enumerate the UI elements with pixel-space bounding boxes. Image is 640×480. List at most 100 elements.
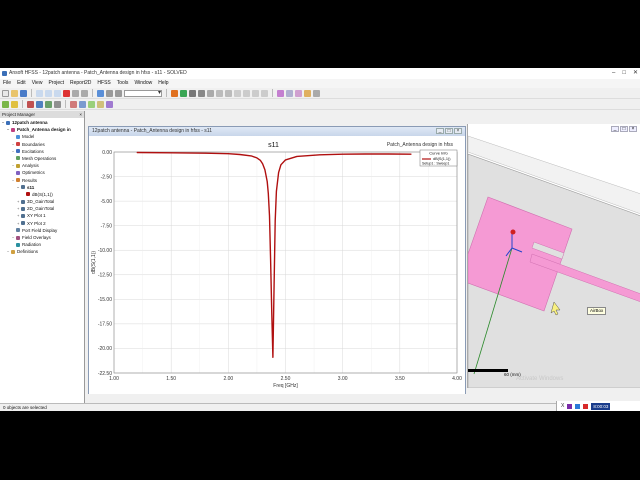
plot-maximize-button[interactable]: □ — [445, 128, 453, 134]
menu-edit[interactable]: Edit — [17, 79, 26, 88]
menu-report2d[interactable]: Report2D — [70, 79, 91, 88]
menu-file[interactable]: File — [3, 79, 11, 88]
menu-project[interactable]: Project — [48, 79, 64, 88]
collapse-icon[interactable]: − — [12, 141, 15, 148]
expand-icon[interactable]: + — [17, 212, 20, 219]
collapse-icon[interactable]: − — [12, 148, 15, 155]
collapse-icon[interactable]: − — [12, 162, 15, 169]
tree-item[interactable]: − s11 — [0, 184, 84, 191]
draw-polyline-icon[interactable] — [225, 89, 232, 97]
model-units-combo[interactable] — [124, 89, 162, 97]
redo-icon[interactable] — [81, 89, 88, 97]
tree-item[interactable]: − Excitations — [0, 148, 84, 155]
move-icon[interactable] — [106, 89, 113, 97]
tray-network-icon[interactable] — [575, 403, 581, 409]
tree-item[interactable]: + XY Plot 1 — [0, 212, 84, 219]
new-file-icon[interactable] — [2, 89, 9, 97]
plot-window-titlebar[interactable]: 12patch antenna - Patch_Antenna design i… — [89, 127, 465, 136]
menu-tools[interactable]: Tools — [117, 79, 129, 88]
draw-ellipse-icon[interactable] — [243, 89, 250, 97]
report-icon[interactable] — [304, 89, 311, 97]
tree-item[interactable]: Mesh Operations — [0, 155, 84, 162]
view-icon[interactable] — [54, 100, 61, 108]
tray-app-icon[interactable] — [567, 403, 573, 409]
collapse-icon[interactable]: − — [12, 177, 15, 184]
tree-item[interactable]: +2D_GainTotal — [0, 205, 84, 212]
collapse-icon[interactable]: − — [17, 184, 20, 191]
close-icon[interactable]: ✕ — [633, 68, 638, 79]
menu-view[interactable]: View — [32, 79, 43, 88]
menu-help[interactable]: Help — [158, 79, 168, 88]
draw-circle-icon[interactable] — [234, 89, 241, 97]
rotate-icon[interactable] — [115, 89, 122, 97]
y-tick-label: -17.50 — [98, 322, 112, 328]
boundary-icon[interactable] — [27, 100, 34, 108]
analyze-icon[interactable] — [277, 89, 284, 97]
save-icon[interactable] — [20, 89, 27, 97]
paste-icon[interactable] — [54, 89, 61, 97]
tree-item[interactable]: − Field Overlays — [0, 234, 84, 241]
tree-item[interactable]: − Boundaries — [0, 141, 84, 148]
mesh-icon[interactable] — [45, 100, 52, 108]
draw-equation-icon[interactable] — [216, 89, 223, 97]
radiation-setup-icon[interactable] — [97, 100, 104, 108]
tree-item[interactable]: − Patch_Antenna design in — [0, 126, 84, 133]
s11-chart[interactable]: 1.00 1.50 2.00 2.50 3.00 3.50 4.00 0.00 -2.50 -5.… — [89, 136, 465, 394]
view-minimize-button[interactable]: _ — [611, 126, 619, 132]
expand-icon[interactable]: + — [17, 220, 20, 227]
tree-item[interactable]: Radiation — [0, 241, 84, 248]
solve-icon[interactable] — [11, 100, 18, 108]
delete-icon[interactable] — [63, 89, 70, 97]
tree-item[interactable]: Port Field Display — [0, 227, 84, 234]
draw-helix-icon[interactable] — [252, 89, 259, 97]
excitation-icon[interactable] — [36, 100, 43, 108]
minimize-icon[interactable]: – — [612, 68, 615, 79]
draw-box-icon[interactable] — [180, 89, 187, 97]
expand-icon[interactable]: + — [17, 198, 20, 205]
animate-icon[interactable] — [88, 100, 95, 108]
tree-item[interactable]: − Definitions — [0, 248, 84, 255]
tree-item[interactable]: + XY Plot 2 — [0, 220, 84, 227]
view-close-button[interactable]: × — [629, 126, 637, 132]
collapse-icon[interactable]: − — [2, 119, 5, 126]
results-icon[interactable] — [295, 89, 302, 97]
tree-item[interactable]: dB(S(1,1)) — [0, 191, 84, 198]
copy-icon[interactable] — [45, 89, 52, 97]
tree-item-label: s11 — [27, 184, 35, 190]
fields-icon[interactable] — [286, 89, 293, 97]
draw-spline-icon[interactable] — [189, 89, 196, 97]
view-maximize-button[interactable]: □ — [620, 126, 628, 132]
plot-close-button[interactable]: × — [454, 128, 462, 134]
open-folder-icon[interactable] — [11, 89, 18, 97]
menu-window[interactable]: Window — [134, 79, 152, 88]
create-report-icon[interactable] — [106, 100, 113, 108]
undo-icon[interactable] — [72, 89, 79, 97]
tree-item[interactable]: Optimetrics — [0, 169, 84, 176]
tree-item[interactable]: − Results — [0, 177, 84, 184]
collapse-icon[interactable]: − — [12, 234, 15, 241]
plot-minimize-button[interactable]: _ — [436, 128, 444, 134]
tree-item[interactable]: − Analysis — [0, 162, 84, 169]
tree-item[interactable]: Model — [0, 133, 84, 140]
expand-icon[interactable]: + — [17, 205, 20, 212]
tray-record-icon[interactable] — [583, 403, 589, 409]
select-icon[interactable] — [97, 89, 104, 97]
collapse-icon[interactable]: − — [7, 126, 10, 133]
draw-curve-icon[interactable] — [207, 89, 214, 97]
plot-fields-icon[interactable] — [70, 100, 77, 108]
draw-arc-icon[interactable] — [198, 89, 205, 97]
draw-sphere-icon[interactable] — [261, 89, 268, 97]
menu-hfss[interactable]: HFSS — [97, 79, 110, 88]
draw-line-icon[interactable] — [171, 89, 178, 97]
project-manager-close-icon[interactable]: × — [79, 111, 82, 118]
validate-icon[interactable] — [2, 100, 9, 108]
plot-mesh-icon[interactable] — [79, 100, 86, 108]
tree-item[interactable]: − 12patch antenna — [0, 119, 84, 126]
tree-item[interactable]: +3D_GainTotal — [0, 198, 84, 205]
collapse-icon[interactable]: − — [7, 248, 10, 255]
cut-icon[interactable] — [36, 89, 43, 97]
maximize-icon[interactable]: □ — [622, 68, 626, 79]
options-icon[interactable] — [313, 89, 320, 97]
tray-close-icon[interactable]: X — [561, 403, 564, 409]
modeler-3d-view[interactable]: _ □ × AirBox 60 (mm) Activate Windows — [467, 124, 640, 388]
